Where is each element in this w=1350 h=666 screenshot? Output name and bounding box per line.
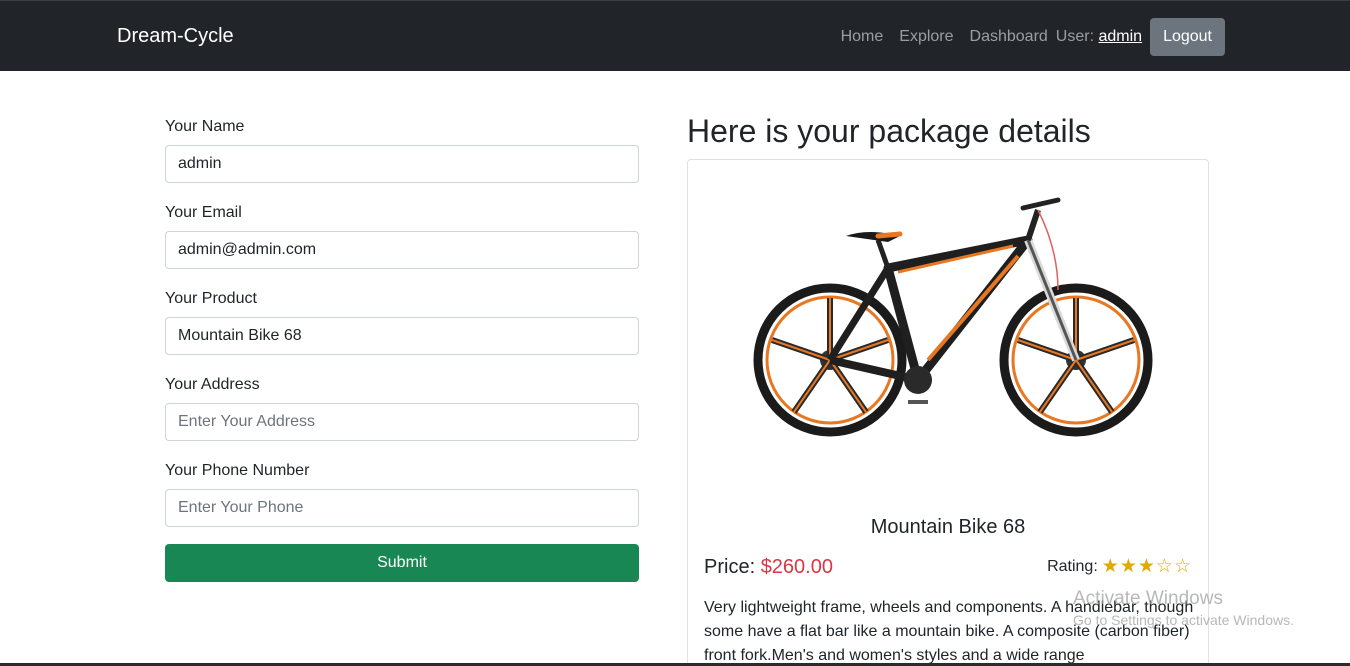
user-name-link[interactable]: admin: [1098, 28, 1142, 45]
phone-field-group: Your Phone Number: [165, 460, 639, 527]
name-field-group: Your Name: [165, 116, 639, 183]
brand-logo[interactable]: Dream-Cycle: [117, 25, 234, 48]
nav-dashboard-link[interactable]: Dashboard: [970, 28, 1048, 46]
email-field-group: Your Email: [165, 202, 639, 269]
navbar: Dream-Cycle Home Explore Dashboard User:…: [0, 0, 1350, 71]
package-details-heading: Here is your package details: [687, 113, 1091, 149]
address-field-group: Your Address: [165, 374, 639, 441]
price-row: Price: $260.00: [704, 556, 833, 579]
address-label: Your Address: [165, 376, 260, 393]
mountain-bike-image: [753, 197, 1153, 437]
rating-label: Rating:: [1047, 557, 1098, 575]
user-indicator: User: admin: [1056, 28, 1142, 46]
product-field-group: Your Product: [165, 288, 639, 355]
email-label: Your Email: [165, 204, 242, 221]
price-label: Price:: [704, 556, 756, 578]
nav-links: Home Explore Dashboard User: admin Logou…: [841, 18, 1225, 56]
phone-input[interactable]: [165, 489, 639, 527]
product-title: Mountain Bike 68: [870, 516, 1026, 538]
product-input[interactable]: [165, 317, 639, 355]
order-form: Your Name Your Email Your Product Your A…: [165, 116, 639, 582]
product-card: Mountain Bike 68 Price: $260.00 Rating: …: [687, 159, 1209, 666]
star-filled-icon: ★: [1119, 556, 1137, 577]
price-value: $260.00: [760, 556, 833, 578]
rating-stars: ★ ★ ★ ☆ ☆: [1102, 557, 1192, 576]
name-label: Your Name: [165, 118, 245, 135]
star-filled-icon: ★: [1101, 556, 1119, 577]
nav-explore-link[interactable]: Explore: [899, 28, 953, 46]
submit-button[interactable]: Submit: [165, 544, 639, 582]
product-label: Your Product: [165, 290, 257, 307]
product-description: Very lightweight frame, wheels and compo…: [704, 599, 1194, 664]
star-empty-icon: ☆: [1155, 556, 1173, 577]
star-filled-icon: ★: [1137, 556, 1155, 577]
phone-label: Your Phone Number: [165, 462, 310, 479]
name-input[interactable]: [165, 145, 639, 183]
address-input[interactable]: [165, 403, 639, 441]
user-prefix: User:: [1055, 28, 1095, 45]
star-empty-icon: ☆: [1173, 556, 1191, 577]
logout-button[interactable]: Logout: [1150, 18, 1225, 56]
email-input[interactable]: [165, 231, 639, 269]
rating: Rating: ★ ★ ★ ☆ ☆: [1047, 557, 1192, 576]
nav-home-link[interactable]: Home: [841, 28, 884, 46]
